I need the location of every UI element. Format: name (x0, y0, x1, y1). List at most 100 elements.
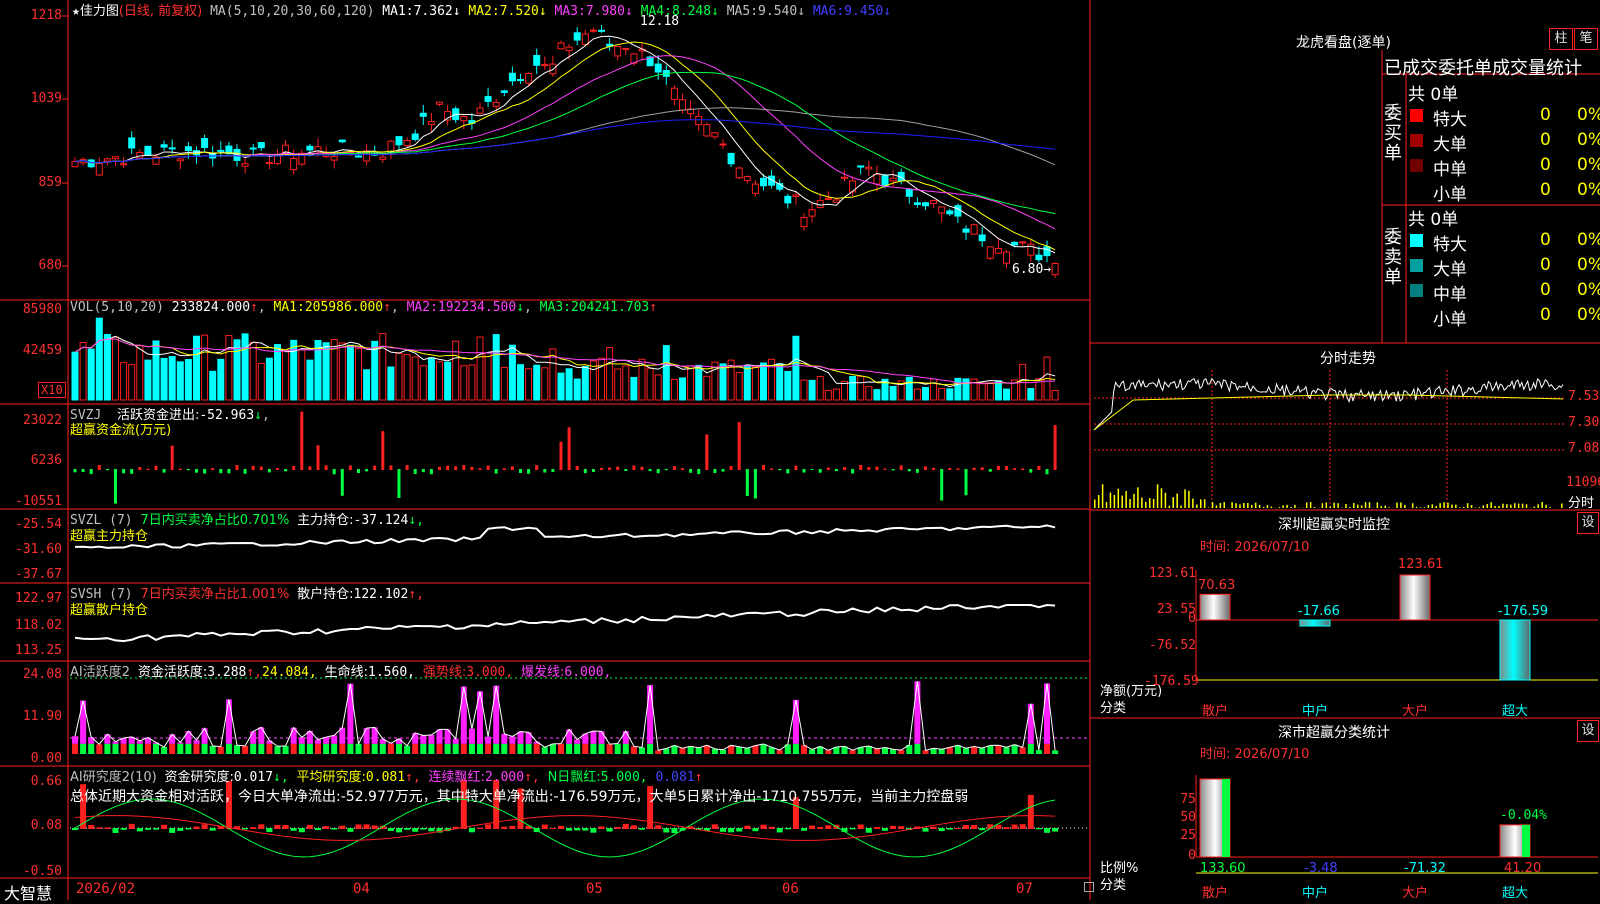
svzj-bar (203, 469, 206, 474)
ai-research-bar (1044, 828, 1050, 833)
price-candle (963, 229, 969, 232)
price-candle (801, 218, 807, 227)
ai-research-bar (88, 825, 94, 829)
monitor-bar (1500, 620, 1530, 680)
ai-research-bar (137, 828, 143, 831)
ai-research-bar (777, 828, 783, 832)
price-candle (388, 141, 394, 152)
ai-active-bar (291, 744, 297, 754)
minute-vol-label: 11096 (1566, 475, 1600, 490)
minute-volume-bar (1192, 499, 1194, 508)
ai-active-bar (939, 749, 945, 754)
ai-research-bar (266, 828, 272, 832)
chart-canvas[interactable] (0, 0, 1600, 900)
price-candle (169, 148, 175, 149)
svzj-bar (503, 468, 506, 470)
svzj-bar (705, 434, 708, 470)
ai-active-bar (96, 744, 102, 754)
ai-active-bar (971, 747, 977, 754)
ai-research-bar (1052, 828, 1058, 832)
price-candle (874, 174, 880, 184)
volume-bar (501, 367, 507, 400)
volume-bar (210, 371, 216, 400)
ai-research-bar (858, 824, 864, 829)
svzj-bar (398, 469, 401, 498)
ai-active-bar (469, 744, 475, 754)
ai-active-bar (720, 750, 726, 754)
price-candle (736, 168, 742, 178)
sz-stats-title: 深市超赢分类统计 (1278, 722, 1390, 742)
price-candle (712, 133, 718, 137)
pen-mode-button[interactable]: 笔 (1574, 28, 1598, 50)
ai-research-bar (323, 826, 329, 829)
svzj-bar (900, 465, 903, 470)
volume-bar (153, 341, 159, 400)
monitor-value-label: 123.61 (1398, 557, 1444, 572)
volume-bar (615, 369, 621, 400)
price-ma6-line (75, 120, 1055, 163)
price-ma3-line (75, 56, 1055, 229)
ai-active-bar (129, 744, 135, 754)
price-candle (825, 198, 831, 199)
tab-orders[interactable]: 委托单 (1438, 58, 1492, 79)
ai-active-burst-bar (493, 686, 499, 744)
ai-active-ytick: 0.00 (0, 751, 62, 766)
ai-active-bar (631, 746, 637, 754)
ai-active-burst-bar (364, 728, 370, 744)
minute-volume-bar (1286, 505, 1288, 508)
price-candle (542, 64, 548, 65)
high-price-label: 12.18 (640, 14, 679, 29)
lock-icon[interactable] (1084, 882, 1094, 892)
ai-active-burst-bar (315, 740, 321, 744)
price-candle (331, 157, 337, 161)
price-candle (250, 148, 256, 149)
star-icon[interactable]: ★ (72, 4, 80, 19)
sz-stats-settings-button[interactable]: 设 (1577, 720, 1599, 742)
svzj-ytick: 6236 (0, 453, 62, 468)
sz-stats-time: 时间: 2026/07/10 (1200, 743, 1309, 762)
minute-volume-bar (1306, 503, 1308, 508)
minute-volume-bar (1208, 507, 1210, 508)
minute-volume-bar (1451, 505, 1453, 508)
bar-mode-button[interactable]: 柱 (1549, 28, 1573, 50)
svzj-bar (624, 469, 627, 471)
tab-volume-stats[interactable]: 成交量统计 (1492, 58, 1582, 79)
tab-filled[interactable]: 已成交 (1384, 58, 1438, 79)
volume-bar (688, 366, 694, 400)
volume-bar (785, 371, 791, 400)
vol-unit-badge: X10 (38, 382, 66, 398)
minute-volume-bar (1498, 506, 1500, 508)
ai-active-burst-bar (599, 731, 605, 743)
svzj-bar (657, 469, 660, 473)
volume-bar (744, 365, 750, 400)
volume-bar (736, 372, 742, 400)
minute-volume-bar (1502, 504, 1504, 508)
minute-volume-bar (1381, 506, 1383, 508)
stats-value-label: -71.32 (1404, 861, 1446, 876)
svzj-bar (268, 469, 271, 472)
svzj-ytick: 23022 (0, 413, 62, 428)
ai-research-bar (898, 826, 904, 829)
sz-monitor-settings-button[interactable]: 设 (1577, 512, 1599, 534)
ai-research-bar (388, 828, 394, 831)
price-candle (655, 64, 661, 72)
minute-volume-bar (1330, 506, 1332, 508)
svzj-bar (106, 469, 109, 470)
volume-bar (979, 384, 985, 400)
minute-volume-bar (1278, 507, 1280, 508)
ai-active-bar (185, 744, 191, 754)
ai-active-bar (1044, 744, 1050, 754)
ai-research-bar (850, 828, 856, 829)
ai-research-bar (275, 825, 281, 829)
ai-active-bar (1020, 747, 1026, 754)
monitor-category-label: 中户 (1302, 700, 1328, 719)
sz-stats-ytick: 25 (1150, 828, 1196, 843)
svzj-bar (454, 466, 457, 470)
svzj-bar (551, 469, 554, 472)
minute-footer: 分时 (1568, 492, 1594, 511)
ai-active-bar (250, 744, 256, 754)
minute-volume-bar (1200, 499, 1202, 508)
monitor-category-label: 大户 (1402, 700, 1428, 719)
minute-volume-bar (1345, 504, 1347, 508)
sell-total: 共 0单 (1408, 205, 1458, 230)
